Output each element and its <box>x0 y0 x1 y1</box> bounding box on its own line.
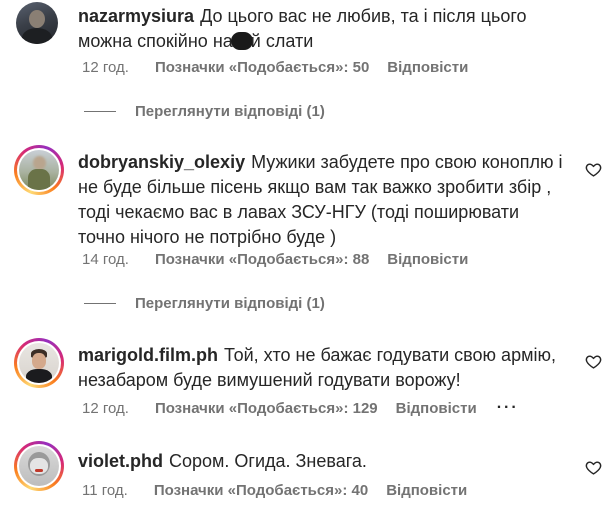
heart-outline-icon[interactable] <box>585 353 602 370</box>
likes-count[interactable]: Позначки «Подобається»: 40 <box>154 482 368 499</box>
timestamp[interactable]: 12 год. <box>82 400 129 417</box>
reply-button[interactable]: Відповісти <box>387 59 468 76</box>
username[interactable]: nazarmysiura <box>78 6 194 26</box>
username[interactable]: marigold.film.ph <box>78 345 218 365</box>
avatar[interactable] <box>16 2 58 44</box>
timestamp[interactable]: 11 год. <box>82 482 128 499</box>
view-replies-button[interactable]: Переглянути відповіді (1) <box>84 103 325 120</box>
view-replies-label: Переглянути відповіді (1) <box>135 295 325 312</box>
avatar[interactable] <box>14 338 64 388</box>
timestamp[interactable]: 14 год. <box>82 251 129 268</box>
divider-line <box>84 111 116 112</box>
reply-button[interactable]: Відповісти <box>387 251 468 268</box>
likes-count[interactable]: Позначки «Подобається»: 88 <box>155 251 369 268</box>
divider-line <box>84 303 116 304</box>
comment-body-end: й слати <box>250 31 314 51</box>
heart-outline-icon[interactable] <box>585 161 602 178</box>
comment-meta: 12 год. Позначки «Подобається»: 50 Відпо… <box>82 59 468 76</box>
heart-outline-icon[interactable] <box>585 459 602 476</box>
likes-count[interactable]: Позначки «Подобається»: 50 <box>155 59 369 76</box>
comment-meta: 14 год. Позначки «Подобається»: 88 Відпо… <box>82 251 468 268</box>
view-replies-button[interactable]: Переглянути відповіді (1) <box>84 295 325 312</box>
comment-text: nazarmysiura До цього вас не любив, та і … <box>78 4 568 54</box>
comment-meta: 12 год. Позначки «Подобається»: 129 Відп… <box>82 399 519 417</box>
comment-text: dobryanskiy_olexiy Мужики забудете про св… <box>78 150 568 250</box>
timestamp[interactable]: 12 год. <box>82 59 129 76</box>
avatar[interactable] <box>14 441 64 491</box>
username[interactable]: dobryanskiy_olexiy <box>78 152 245 172</box>
comment-meta: 11 год. Позначки «Подобається»: 40 Відпо… <box>82 482 467 499</box>
comment-text: marigold.film.ph Той, хто не бажає годува… <box>78 343 568 393</box>
view-replies-label: Переглянути відповіді (1) <box>135 103 325 120</box>
username[interactable]: violet.phd <box>78 451 163 471</box>
avatar[interactable] <box>14 145 64 195</box>
reply-button[interactable]: Відповісти <box>396 400 477 417</box>
redaction-mark <box>230 32 253 50</box>
likes-count[interactable]: Позначки «Подобається»: 129 <box>155 400 378 417</box>
reply-button[interactable]: Відповісти <box>386 482 467 499</box>
more-options-icon[interactable]: ··· <box>497 399 519 417</box>
comment-text: violet.phd Сором. Огида. Зневага. <box>78 449 568 474</box>
comment-body: Сором. Огида. Зневага. <box>169 451 367 471</box>
